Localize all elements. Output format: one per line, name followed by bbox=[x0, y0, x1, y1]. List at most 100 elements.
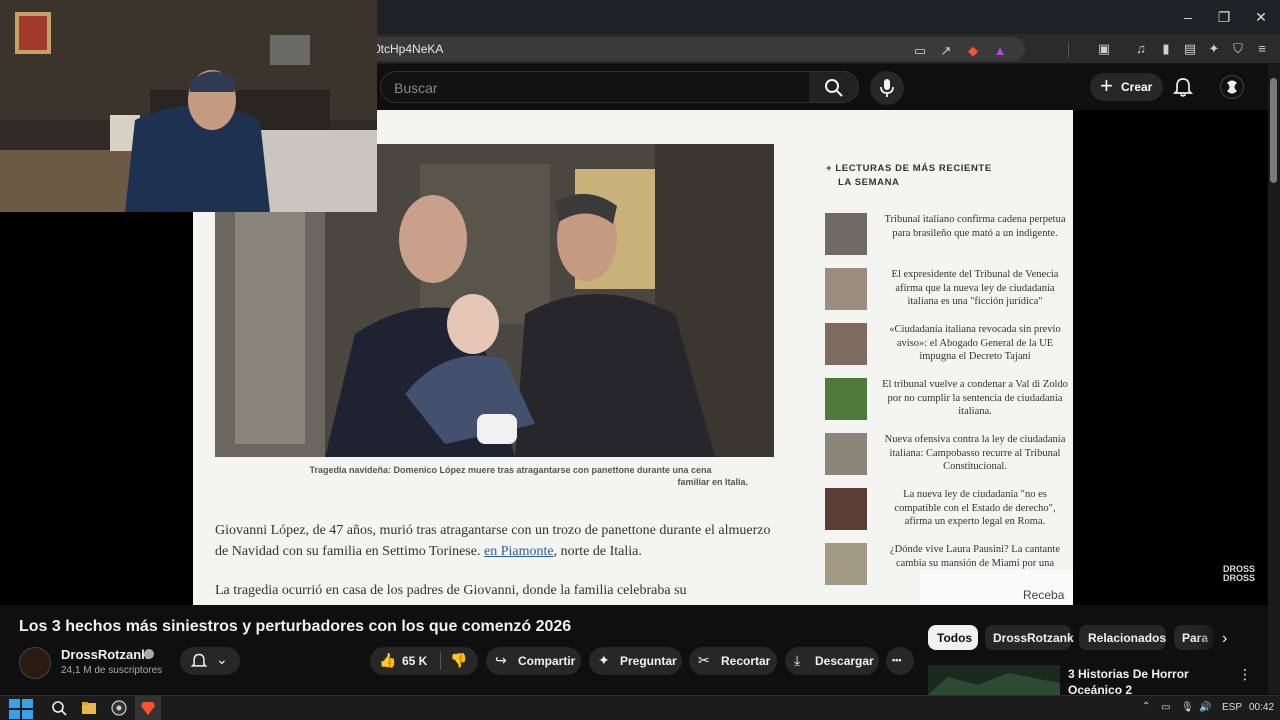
newsletter-text: Receba a bbox=[1023, 588, 1065, 605]
line: Tribunal italiano confirma cadena perpet… bbox=[884, 214, 1066, 225]
menu-icon[interactable]: ≡ bbox=[1254, 41, 1270, 57]
like-icon[interactable]: 👍 bbox=[379, 652, 396, 669]
address-bar[interactable]: 0tcHp4NeKA ▭ ↗ ◆ ▲ bbox=[360, 37, 1025, 61]
like-count[interactable]: 65 K bbox=[402, 654, 427, 668]
sidebar-thumb bbox=[825, 543, 867, 585]
chevron-down-icon: ⌄ bbox=[216, 651, 228, 667]
search-input[interactable]: Buscar bbox=[380, 71, 810, 103]
sidebar-article-1-text: Tribunal italiano confirma cadena perpet… bbox=[875, 213, 1075, 240]
caption-line-2: familiar en Italia. bbox=[677, 477, 748, 487]
recommended-more-icon[interactable]: ⋮ bbox=[1238, 666, 1252, 683]
scissors-icon: ✂ bbox=[698, 652, 710, 668]
download-button[interactable]: ⤓ Descargar bbox=[785, 647, 879, 675]
line: italiana. bbox=[958, 406, 992, 417]
recommended-title[interactable]: 3 Historias De Horror Oceánico 2 bbox=[1068, 666, 1233, 698]
line: Constitucional. bbox=[943, 461, 1007, 472]
download-label: Descargar bbox=[815, 654, 874, 668]
channel-name[interactable]: DrossRotzank bbox=[61, 647, 148, 662]
sidebar-article-6: La nueva ley de ciudadanía "no es compati… bbox=[825, 488, 1075, 534]
line: La nueva ley de ciudadanía "no es bbox=[903, 489, 1047, 500]
line: El tribunal vuelve a condenar a Val di Z… bbox=[882, 379, 1068, 390]
chip-related[interactable]: Relacionados bbox=[1079, 625, 1166, 650]
watermark-line-2: DROSS bbox=[1222, 573, 1255, 583]
sidebar-thumb bbox=[825, 378, 867, 420]
caption-line-1: Tragedia navideña: Domenico López muere … bbox=[309, 465, 712, 475]
chip-label: Todos bbox=[937, 631, 973, 645]
volume-icon[interactable]: 🔊 bbox=[1199, 702, 1211, 713]
input-language[interactable]: ESP bbox=[1222, 702, 1242, 713]
verified-badge-icon bbox=[144, 649, 154, 659]
clock[interactable]: 00:42 bbox=[1249, 702, 1274, 713]
windows-start-icon[interactable] bbox=[9, 699, 33, 719]
cast-icon[interactable]: ▭ bbox=[912, 43, 928, 59]
paragraph-1-end: , norte de Italia. bbox=[553, 544, 642, 559]
plus-icon: + bbox=[1100, 73, 1113, 98]
line: impugna el Decreto Tajani bbox=[919, 351, 1031, 362]
address-url: 0tcHp4NeKA bbox=[374, 42, 444, 56]
taskbar-search-icon[interactable] bbox=[51, 700, 67, 716]
page-scrollbar[interactable] bbox=[1268, 64, 1280, 694]
line: El expresidente del Tribunal de Venecia bbox=[891, 269, 1059, 280]
bell-icon bbox=[190, 653, 208, 667]
line: «Ciudadanía italiana revocada sin previo bbox=[889, 324, 1061, 335]
subscribe-notifications-button[interactable]: ⌄ bbox=[180, 647, 240, 675]
recommended-thumbnail-image bbox=[928, 665, 1060, 695]
vpn-icon[interactable]: ⛉ bbox=[1230, 41, 1246, 57]
minimize-button[interactable]: – bbox=[1178, 8, 1198, 26]
account-avatar[interactable] bbox=[1220, 75, 1244, 99]
search-button[interactable] bbox=[809, 71, 859, 103]
network-icon[interactable]: ▭ bbox=[1161, 702, 1170, 713]
voice-search-button[interactable] bbox=[870, 71, 904, 105]
sidebar-article-5-text: Nueva ofensiva contra la ley de ciudadan… bbox=[875, 433, 1075, 474]
chip-channel[interactable]: DrossRotzank bbox=[985, 625, 1074, 650]
create-label: Crear bbox=[1121, 80, 1153, 94]
line: afirma que la nueva ley de ciudadanía bbox=[895, 282, 1055, 294]
obs-icon[interactable] bbox=[111, 700, 127, 716]
sidebar-heading: + LECTURAS DE MÁS RECIENTE LA SEMANA bbox=[826, 162, 992, 190]
create-button[interactable]: + Crear bbox=[1090, 73, 1163, 101]
sidebar-thumb bbox=[825, 213, 867, 255]
share-label: Compartir bbox=[518, 654, 576, 668]
share-icon: ↪ bbox=[495, 652, 507, 668]
maximize-button[interactable]: ❐ bbox=[1214, 8, 1234, 26]
clip-label: Recortar bbox=[721, 654, 771, 668]
line: por no cumplir la sentencia de ciudadaní… bbox=[887, 392, 1063, 404]
chips-fade bbox=[1195, 623, 1225, 653]
wallet-icon[interactable]: ▤ bbox=[1182, 41, 1198, 57]
channel-avatar[interactable] bbox=[19, 647, 51, 679]
brave-shields-icon[interactable]: ◆ bbox=[965, 43, 981, 59]
share-icon[interactable]: ↗ bbox=[938, 43, 954, 59]
file-explorer-icon[interactable] bbox=[81, 700, 97, 716]
webcam-image bbox=[0, 0, 377, 212]
brave-rewards-icon[interactable]: ▲ bbox=[992, 43, 1008, 59]
chevron-right-icon[interactable]: › bbox=[1222, 630, 1227, 648]
like-dislike-group: 👍 65 K 👎 bbox=[370, 647, 478, 675]
recommended-thumbnail[interactable] bbox=[928, 665, 1060, 695]
sidebar-icon[interactable]: ▮ bbox=[1158, 41, 1174, 57]
reader-mode-icon[interactable]: ▣ bbox=[1096, 41, 1112, 57]
microphone-tray-icon[interactable]: 🎙 bbox=[1181, 702, 1194, 713]
toolbar-separator bbox=[1068, 42, 1069, 58]
article-paragraph-2: La tragedia ocurrió en casa de los padre… bbox=[215, 583, 687, 598]
ask-label: Preguntar bbox=[620, 654, 677, 668]
close-button[interactable]: ✕ bbox=[1251, 8, 1271, 26]
music-icon[interactable]: ♫ bbox=[1133, 41, 1149, 57]
screen: – ❐ ✕ 0tcHp4NeKA ▭ ↗ ◆ ▲ ▣ ♫ ▮ ▤ ✦ ⛉ ≡ B… bbox=[0, 0, 1280, 720]
windows-taskbar: ⌃ ▭ 🎙 🔊 ESP 00:42 bbox=[0, 695, 1280, 720]
chip-all[interactable]: Todos bbox=[928, 625, 978, 650]
ask-button[interactable]: ✦ Preguntar bbox=[589, 647, 682, 675]
scrollbar-thumb[interactable] bbox=[1270, 78, 1277, 183]
share-button[interactable]: ↪ Compartir bbox=[486, 647, 581, 675]
more-actions-button[interactable]: ••• bbox=[886, 647, 914, 675]
leo-ai-icon[interactable]: ✦ bbox=[1206, 41, 1222, 57]
line: italiana es una "ficción jurídica" bbox=[907, 296, 1043, 307]
tray-chevron-up-icon[interactable]: ⌃ bbox=[1142, 701, 1150, 712]
channel-watermark[interactable]: DROSS DROSS bbox=[1221, 565, 1257, 583]
brave-browser-icon[interactable] bbox=[140, 700, 156, 716]
search-icon bbox=[825, 79, 843, 97]
subscriber-count: 24,1 M de suscriptores bbox=[61, 665, 163, 676]
dislike-icon[interactable]: 👎 bbox=[450, 652, 467, 669]
clip-button[interactable]: ✂ Recortar bbox=[689, 647, 777, 675]
video-title: Los 3 hechos más siniestros y perturbado… bbox=[19, 618, 572, 635]
notifications-bell-icon[interactable] bbox=[1172, 76, 1194, 98]
